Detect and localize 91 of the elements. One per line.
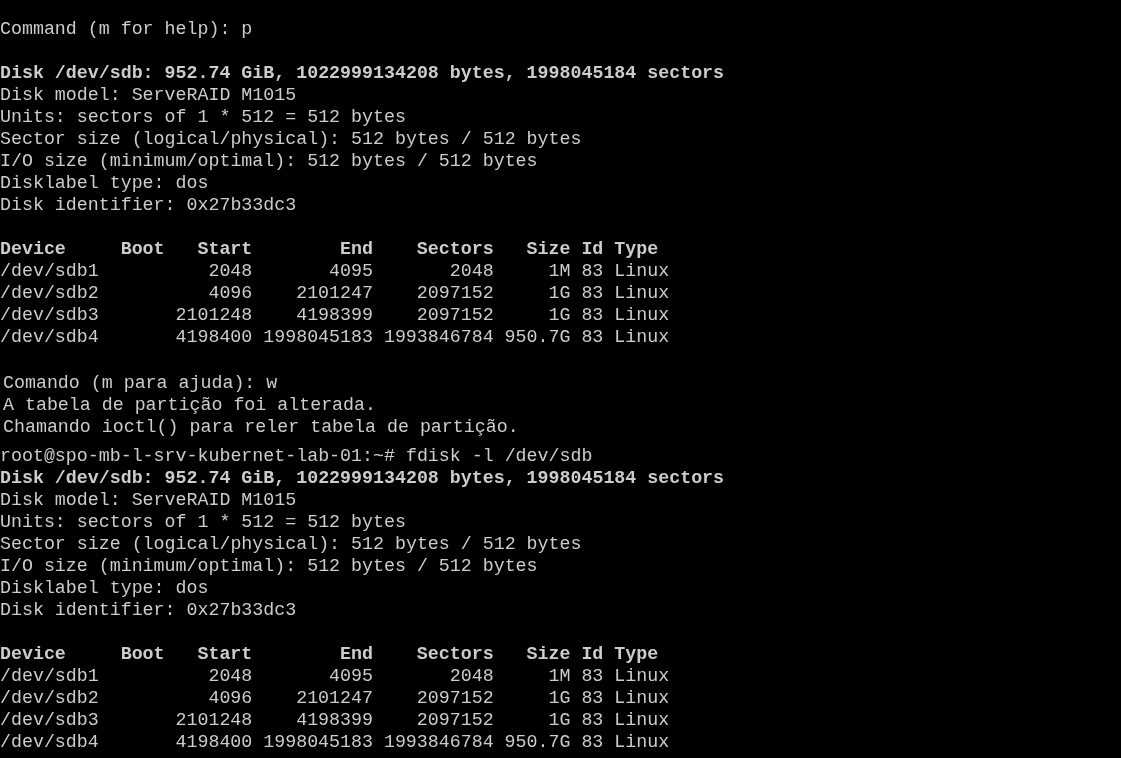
column-header: Start (197, 644, 253, 664)
table-cell: 83 (581, 666, 604, 686)
terminal-line: I/O size (minimum/optimal): 512 bytes / 512 bytes (0, 555, 538, 577)
table-cell: /dev/sdb2 (0, 688, 99, 708)
column-header: Sectors (416, 239, 494, 259)
table-cell: /dev/sdb1 (0, 666, 99, 686)
terminal-line: Disk /dev/sdb: 952.74 GiB, 1022999134208 bytes, 1998045184 sectors (0, 62, 725, 84)
table-cell: /dev/sdb1 (0, 261, 99, 281)
column-header: Type (614, 644, 659, 664)
terminal-line: Disk model: ServeRAID M1015 (0, 84, 297, 106)
column-header: Size (526, 644, 571, 664)
table-cell: Linux (614, 710, 670, 730)
table-cell: 2048 (449, 666, 494, 686)
terminal-line: Disk identifier: 0x27b33dc3 (0, 599, 297, 621)
column-header: Sectors (416, 644, 494, 664)
table-cell: 1G (548, 710, 571, 730)
table-cell: 1M (548, 261, 571, 281)
table-cell: 2097152 (416, 283, 494, 303)
terminal-line: Sector size (logical/physical): 512 bytes / 512 bytes (0, 533, 582, 555)
table-cell: 2101248 (175, 710, 253, 730)
terminal-line: Disklabel type: dos (0, 577, 209, 599)
terminal-line: Command (m for help): p (0, 18, 253, 40)
table-cell: /dev/sdb3 (0, 305, 99, 325)
table-cell: 4096 (208, 688, 253, 708)
column-header: Start (197, 239, 253, 259)
table-cell: 4198399 (296, 710, 373, 730)
table-cell: Linux (614, 688, 670, 708)
terminal-line: A tabela de partição foi alterada. (3, 393, 376, 416)
terminal-line: Units: sectors of 1 * 512 = 512 bytes (0, 106, 406, 128)
table-cell: /dev/sdb4 (0, 732, 99, 752)
terminal-line: Sector size (logical/physical): 512 bytes / 512 bytes (0, 128, 582, 150)
table-cell: 950.7G (504, 327, 571, 347)
table-cell: 83 (581, 710, 604, 730)
column-header: End (340, 644, 373, 664)
terminal-line: I/O size (minimum/optimal): 512 bytes / 512 bytes (0, 150, 538, 172)
terminal-line: Chamando ioctl() para reler tabela de partição. (3, 415, 519, 438)
table-cell: /dev/sdb2 (0, 283, 99, 303)
table-cell: 4095 (329, 666, 373, 686)
terminal-line: Comando (m para ajuda): w (3, 371, 278, 394)
column-header: Id (581, 239, 604, 259)
table-cell: 4198400 (175, 732, 253, 752)
column-header: Boot (120, 239, 165, 259)
table-cell: 1998045183 (263, 327, 373, 347)
table-cell: Linux (614, 261, 670, 281)
column-header: Id (581, 644, 604, 664)
table-cell: 1993846784 (383, 327, 494, 347)
table-cell: 1M (548, 666, 571, 686)
column-header: Type (614, 239, 659, 259)
terminal-line: Disk identifier: 0x27b33dc3 (0, 194, 297, 216)
table-cell: 2101248 (175, 305, 253, 325)
table-cell: 83 (581, 283, 604, 303)
table-cell: Linux (614, 666, 670, 686)
table-cell: Linux (614, 732, 670, 752)
column-header: End (340, 239, 373, 259)
table-cell: 4198399 (296, 305, 373, 325)
table-cell: /dev/sdb4 (0, 327, 99, 347)
table-cell: 2048 (208, 261, 253, 281)
table-cell: 2097152 (416, 305, 494, 325)
table-cell: 83 (581, 305, 604, 325)
table-cell: 950.7G (504, 732, 571, 752)
terminal-line: Disk /dev/sdb: 952.74 GiB, 1022999134208 bytes, 1998045184 sectors (0, 467, 725, 489)
table-cell: 2048 (449, 261, 494, 281)
terminal-line: root@spo-mb-l-srv-kubernet-lab-01:~# fdisk -l /dev/sdb (0, 445, 593, 467)
table-cell: 4096 (208, 283, 253, 303)
table-cell: 83 (581, 732, 604, 752)
table-cell: 4198400 (175, 327, 253, 347)
table-cell: 83 (581, 327, 604, 347)
table-cell: 1G (548, 305, 571, 325)
terminal-line: Disk model: ServeRAID M1015 (0, 489, 297, 511)
terminal-line: Disklabel type: dos (0, 172, 209, 194)
table-cell: 2101247 (296, 283, 373, 303)
table-cell: 2101247 (296, 688, 373, 708)
table-cell: 2048 (208, 666, 253, 686)
table-cell: Linux (614, 327, 670, 347)
column-header: Size (526, 239, 571, 259)
table-cell: 1993846784 (383, 732, 494, 752)
terminal-line: Units: sectors of 1 * 512 = 512 bytes (0, 511, 406, 533)
table-cell: /dev/sdb3 (0, 710, 99, 730)
column-header: Device (0, 644, 66, 664)
table-cell: 1998045183 (263, 732, 373, 752)
table-cell: Linux (614, 305, 670, 325)
column-header: Device (0, 239, 66, 259)
table-cell: 2097152 (416, 710, 494, 730)
column-header: Boot (120, 644, 165, 664)
table-cell: 1G (548, 688, 571, 708)
table-cell: Linux (614, 283, 670, 303)
table-cell: 1G (548, 283, 571, 303)
table-cell: 2097152 (416, 688, 494, 708)
table-cell: 83 (581, 688, 604, 708)
table-cell: 83 (581, 261, 604, 281)
table-cell: 4095 (329, 261, 373, 281)
